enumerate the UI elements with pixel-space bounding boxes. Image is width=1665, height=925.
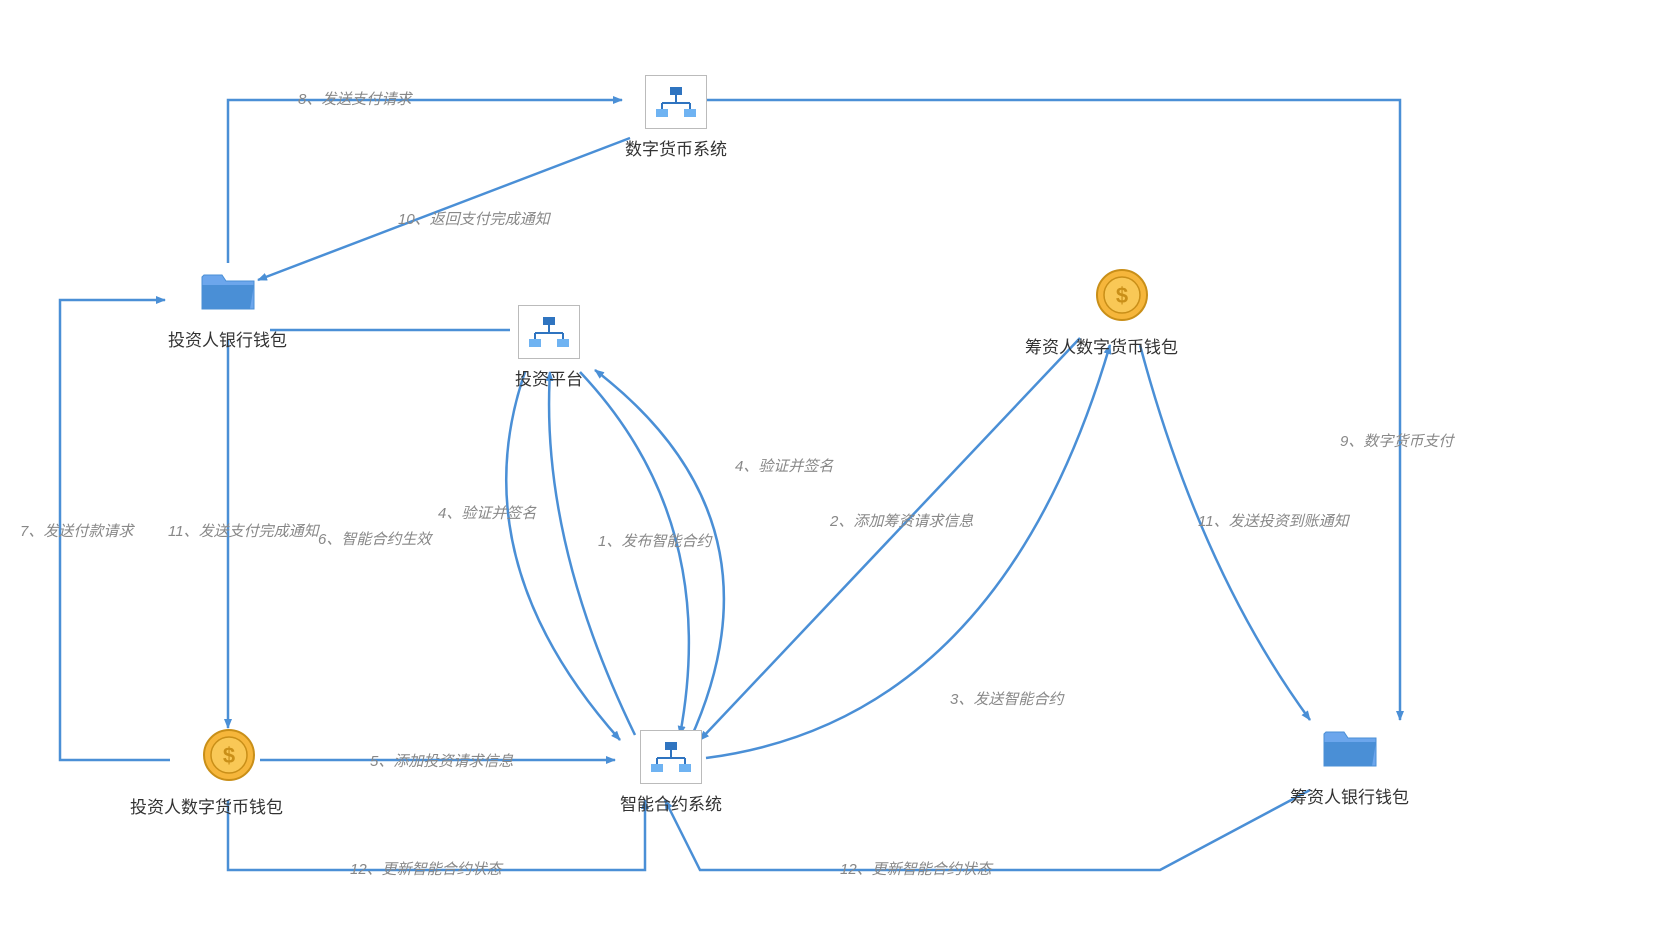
node-label: 筹资人银行钱包 bbox=[1290, 783, 1409, 808]
node-smart-contract-system: 智能合约系统 bbox=[620, 730, 722, 815]
edge-label-2: 2、添加筹资请求信息 bbox=[830, 510, 973, 531]
folder-icon bbox=[198, 265, 258, 317]
svg-text:$: $ bbox=[1115, 283, 1127, 308]
edge-label-4b: 4、验证并签名 bbox=[735, 455, 833, 476]
edge-label-12a: 12、更新智能合约状态 bbox=[350, 858, 502, 879]
node-label: 数字货币系统 bbox=[625, 135, 727, 160]
edge-label-11b: 11、发送投资到账通知 bbox=[1198, 510, 1349, 531]
node-label: 投资人银行钱包 bbox=[168, 326, 287, 351]
node-fundraiser-bank-wallet: 筹资人银行钱包 bbox=[1290, 722, 1409, 808]
coin-icon: $ bbox=[202, 728, 256, 782]
edge-label-11a: 11、发送支付完成通知 bbox=[168, 520, 319, 541]
org-chart-icon bbox=[640, 730, 702, 784]
edge-label-10: 10、返回支付完成通知 bbox=[398, 208, 550, 229]
node-label: 投资平台 bbox=[515, 365, 583, 390]
edge-label-4a: 4、验证并签名 bbox=[438, 502, 536, 523]
org-chart-icon bbox=[518, 305, 580, 359]
node-digital-currency-system: 数字货币系统 bbox=[625, 75, 727, 160]
org-chart-icon bbox=[645, 75, 707, 129]
node-fundraiser-digital-wallet: $ 筹资人数字货币钱包 bbox=[1065, 268, 1178, 358]
coin-icon: $ bbox=[1095, 268, 1149, 322]
edge-label-6: 6、智能合约生效 bbox=[318, 528, 431, 549]
edge-label-9: 9、数字货币支付 bbox=[1340, 430, 1453, 451]
folder-icon bbox=[1320, 722, 1380, 774]
edge-label-1: 1、发布智能合约 bbox=[598, 530, 711, 551]
node-investor-digital-wallet: $ 投资人数字货币钱包 bbox=[175, 728, 283, 818]
node-label: 筹资人数字货币钱包 bbox=[1025, 333, 1178, 358]
node-label: 智能合约系统 bbox=[620, 790, 722, 815]
node-investment-platform: 投资平台 bbox=[515, 305, 583, 390]
edge-label-12b: 12、更新智能合约状态 bbox=[840, 858, 992, 879]
edge-label-7: 7、发送付款请求 bbox=[20, 520, 133, 541]
svg-text:$: $ bbox=[223, 743, 235, 768]
edge-label-5: 5、添加投资请求信息 bbox=[370, 750, 513, 771]
edge-label-8: 8、发送支付请求 bbox=[298, 88, 411, 109]
node-label: 投资人数字货币钱包 bbox=[130, 793, 283, 818]
edge-label-3: 3、发送智能合约 bbox=[950, 688, 1063, 709]
node-investor-bank-wallet: 投资人银行钱包 bbox=[168, 265, 287, 351]
